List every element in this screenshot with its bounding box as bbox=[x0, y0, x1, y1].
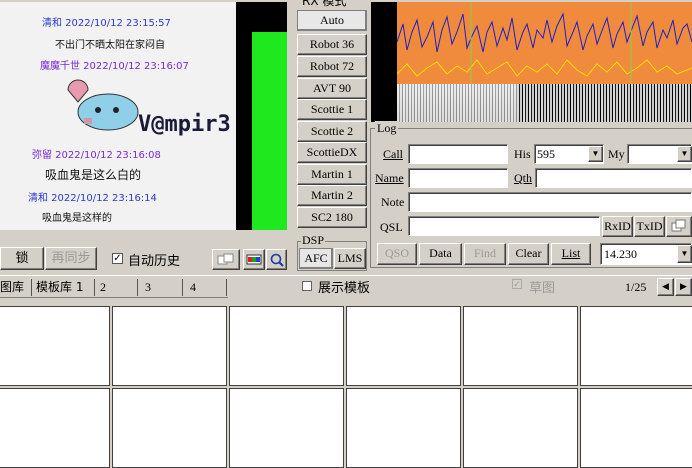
list-button[interactable]: List bbox=[551, 243, 591, 265]
rx-mode-sc2180[interactable]: SC2 180 bbox=[297, 207, 367, 228]
qsl-label: QSL bbox=[380, 220, 403, 234]
qsl-input[interactable] bbox=[408, 216, 600, 236]
copy-icon[interactable] bbox=[666, 216, 692, 237]
chat-text: 不出门不晒太阳在家闷自 bbox=[55, 40, 165, 51]
note-label: Note bbox=[381, 195, 405, 209]
name-label: Name bbox=[375, 171, 404, 185]
thumbnail-slot[interactable] bbox=[346, 306, 461, 386]
copy-image-icon[interactable] bbox=[212, 249, 240, 270]
show-template-checkbox[interactable] bbox=[302, 281, 312, 291]
chat-text: 吸血鬼是这样的 bbox=[42, 213, 112, 224]
log-title: Log bbox=[375, 121, 399, 136]
frequency-dropdown-arrow-icon[interactable]: ▼ bbox=[677, 245, 692, 263]
thumbnail-slot[interactable] bbox=[112, 306, 227, 386]
thumbnail-slot[interactable] bbox=[580, 388, 692, 468]
rxid-button[interactable]: RxID bbox=[602, 216, 633, 237]
thumbnail-slot[interactable] bbox=[229, 388, 344, 468]
rx-mode-scottiedx[interactable]: ScottieDX bbox=[297, 142, 367, 163]
afc-button[interactable]: AFC bbox=[299, 248, 333, 269]
chat-name: 清和 2022/10/12 23:16:14 bbox=[28, 193, 157, 204]
rx-mode-scottie1[interactable]: Scottie 1 bbox=[297, 99, 367, 120]
chat-name: 魔魔千世 2022/10/12 23:16:07 bbox=[40, 61, 189, 72]
note-input[interactable] bbox=[408, 192, 692, 212]
thumbnail-slot[interactable] bbox=[346, 388, 461, 468]
tab-template-1[interactable]: 模板库 1 bbox=[36, 277, 83, 297]
rx-mode-auto[interactable]: Auto bbox=[297, 10, 367, 31]
thumbnail-slot[interactable] bbox=[463, 306, 578, 386]
qth-label: Qth bbox=[514, 171, 532, 185]
auto-history-checkbox[interactable]: ✓ bbox=[112, 253, 123, 264]
thumbnail-slot[interactable] bbox=[463, 388, 578, 468]
chat-text: 吸血鬼是这么白的 bbox=[45, 168, 142, 182]
thumbnail-slot[interactable] bbox=[112, 388, 227, 468]
rx-mode-header: RX 模式 bbox=[302, 0, 347, 8]
find-button[interactable]: Find bbox=[464, 243, 506, 265]
palette-icon[interactable] bbox=[243, 249, 265, 270]
his-label: His bbox=[514, 147, 531, 161]
dsp-label: DSP bbox=[301, 233, 326, 248]
call-input[interactable] bbox=[408, 144, 508, 164]
page-indicator: 1/25 bbox=[625, 280, 647, 294]
draft-label: 草图 bbox=[529, 281, 556, 296]
tab-2[interactable]: 2 bbox=[100, 277, 106, 297]
auto-history-label: 自动历史 bbox=[128, 254, 181, 269]
rx-mode-martin1[interactable]: Martin 1 bbox=[297, 164, 367, 185]
thumbnail-slot[interactable] bbox=[0, 306, 110, 386]
data-button[interactable]: Data bbox=[419, 243, 462, 265]
sstv-image: 清和 2022/10/12 23:15:57 不出门不晒太阳在家闷自 魔魔千世 … bbox=[0, 2, 287, 230]
cat-sticker-image bbox=[67, 79, 139, 131]
tab-library[interactable]: 图库 bbox=[0, 277, 24, 297]
tab-4[interactable]: 4 bbox=[190, 277, 196, 297]
thumbnail-slot[interactable] bbox=[580, 306, 692, 386]
thumbnail-slot[interactable] bbox=[229, 306, 344, 386]
rx-mode-martin2[interactable]: Martin 2 bbox=[297, 185, 367, 206]
clear-button[interactable]: Clear bbox=[508, 243, 549, 265]
my-label: My bbox=[608, 147, 625, 161]
thumbnail-slot[interactable] bbox=[0, 388, 110, 468]
txid-button[interactable]: TxID bbox=[634, 216, 665, 237]
my-dropdown-arrow-icon[interactable]: ▼ bbox=[677, 146, 692, 162]
rx-mode-avt90[interactable]: AVT 90 bbox=[297, 78, 367, 99]
chat-name: 弥留 2022/10/12 23:16:08 bbox=[32, 150, 161, 161]
zoom-icon[interactable] bbox=[266, 249, 287, 270]
lms-button[interactable]: LMS bbox=[334, 248, 366, 269]
tab-3[interactable]: 3 bbox=[145, 277, 151, 297]
lock-button[interactable]: 锁 bbox=[0, 247, 44, 270]
rx-mode-robot72[interactable]: Robot 72 bbox=[297, 56, 367, 77]
spectrum-waterfall bbox=[371, 2, 692, 122]
qth-input[interactable] bbox=[535, 168, 692, 188]
draft-checkbox[interactable]: ✓ bbox=[512, 279, 522, 289]
rx-mode-robot36[interactable]: Robot 36 bbox=[297, 34, 367, 55]
name-input[interactable] bbox=[408, 168, 508, 188]
spectrum-plot bbox=[397, 2, 692, 84]
call-label: Call bbox=[383, 147, 403, 161]
his-dropdown-arrow-icon[interactable]: ▼ bbox=[588, 146, 603, 162]
show-template-label: 展示模板 bbox=[318, 281, 371, 296]
resync-button[interactable]: 再同步 bbox=[45, 247, 97, 270]
chat-name: 清和 2022/10/12 23:15:57 bbox=[42, 18, 171, 29]
rx-mode-scottie2[interactable]: Scottie 2 bbox=[297, 121, 367, 142]
next-page-icon[interactable]: ▶ bbox=[675, 278, 692, 296]
vampire-text: V@mpir3 bbox=[138, 112, 231, 137]
prev-page-icon[interactable]: ◀ bbox=[657, 278, 674, 296]
qso-button[interactable]: QSO bbox=[377, 243, 417, 265]
